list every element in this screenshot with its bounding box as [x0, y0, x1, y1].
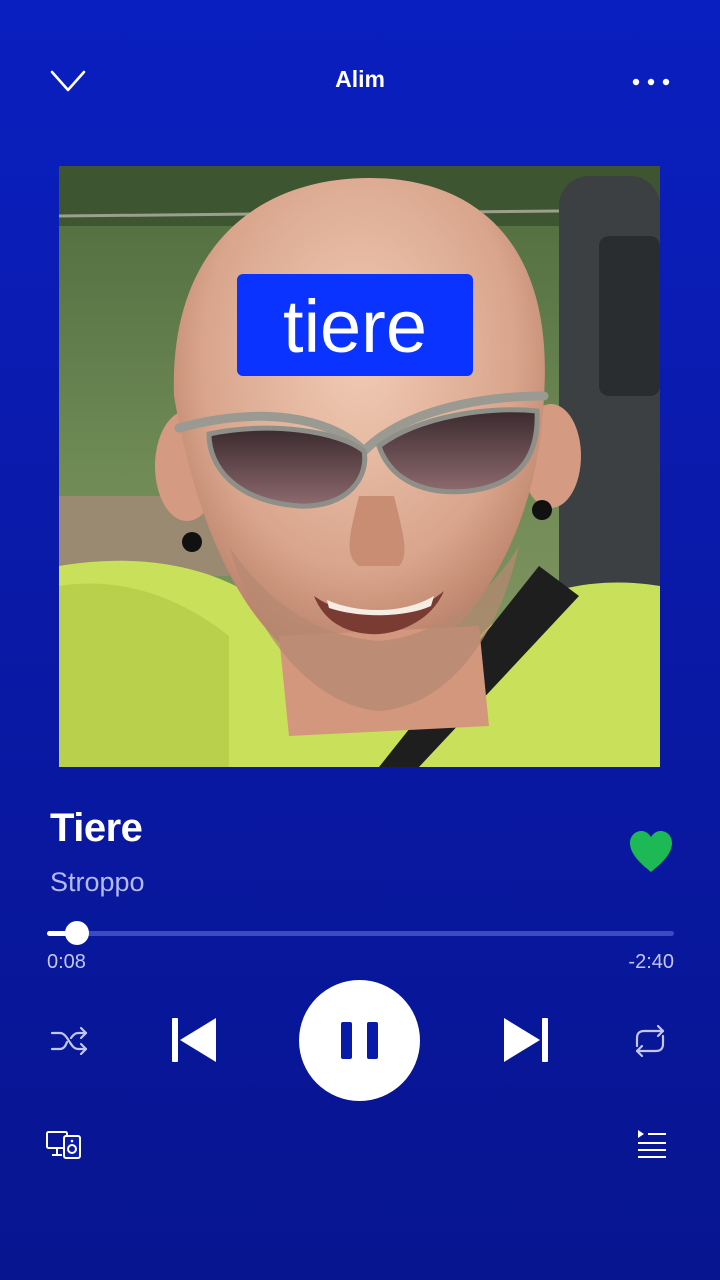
- remaining-time: -2:40: [628, 951, 674, 973]
- artwork-illustration: tiere: [59, 166, 660, 767]
- pause-icon: [341, 1022, 378, 1059]
- like-button[interactable]: [626, 828, 676, 876]
- queue-icon: [638, 1130, 666, 1158]
- page-title: Alim: [335, 66, 385, 92]
- track-artist[interactable]: Stroppo: [50, 867, 145, 898]
- heart-filled-icon: [630, 831, 672, 872]
- shuffle-button[interactable]: [46, 1018, 92, 1064]
- artwork-overlay-text: tiere: [283, 285, 427, 368]
- previous-track-button[interactable]: [166, 1012, 222, 1068]
- progress-knob[interactable]: [65, 921, 90, 945]
- connect-devices-icon: [46, 1131, 81, 1159]
- more-options-button[interactable]: [624, 62, 678, 102]
- connect-devices-button[interactable]: [44, 1128, 86, 1162]
- previous-track-icon: [172, 1018, 216, 1062]
- progress-bar[interactable]: [47, 931, 674, 936]
- album-artwork: tiere: [59, 166, 660, 767]
- elapsed-time: 0:08: [47, 951, 86, 973]
- repeat-button[interactable]: [627, 1018, 673, 1064]
- next-track-button[interactable]: [498, 1012, 554, 1068]
- more-dots-icon: [632, 78, 670, 86]
- play-pause-button[interactable]: [299, 980, 420, 1101]
- track-title: Tiere: [50, 806, 143, 850]
- repeat-icon: [635, 1024, 665, 1058]
- next-track-icon: [504, 1018, 548, 1062]
- queue-button[interactable]: [634, 1126, 670, 1162]
- shuffle-icon: [50, 1026, 88, 1056]
